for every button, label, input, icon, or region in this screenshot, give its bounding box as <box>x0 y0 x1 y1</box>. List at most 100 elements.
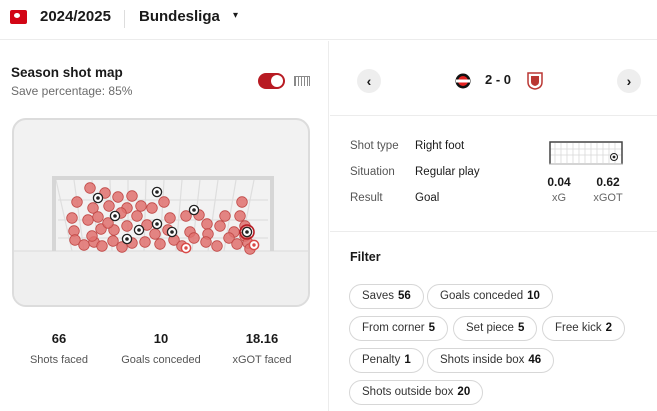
save-shot-dot[interactable] <box>82 214 94 226</box>
save-shot-dot[interactable] <box>164 212 176 224</box>
goal-shot-dot-center <box>96 196 100 200</box>
goal-shot-dot-center <box>245 230 249 234</box>
chip-label: Penalty <box>362 354 401 366</box>
save-shot-dot[interactable] <box>126 190 138 202</box>
chip-label: From corner <box>362 322 425 334</box>
filter-chip-saves[interactable]: Saves 56 <box>349 284 424 309</box>
chip-count: 20 <box>457 386 471 398</box>
divider <box>330 231 657 232</box>
save-shot-dot[interactable] <box>107 235 119 247</box>
stat-label: Shots faced <box>29 354 89 366</box>
divider <box>124 10 125 28</box>
filter-chip-goals-conceded[interactable]: Goals conceded 10 <box>427 284 553 309</box>
panel-title: Season shot map <box>11 65 123 80</box>
filter-chip-penalty[interactable]: Penalty 1 <box>349 348 424 373</box>
save-shot-dot[interactable] <box>234 210 246 222</box>
save-shot-dot[interactable] <box>154 238 166 250</box>
stat-label: xGOT faced <box>232 354 292 366</box>
filter-chip-set-piece[interactable]: Set piece 5 <box>453 316 538 341</box>
save-shot-dot[interactable] <box>219 210 231 222</box>
chip-label: Goals conceded <box>440 290 524 302</box>
chip-count: 2 <box>605 322 613 334</box>
detail-label: Shot type <box>350 140 399 152</box>
save-shot-dot[interactable] <box>84 182 96 194</box>
detail-value: Regular play <box>415 166 480 178</box>
shot-map-panel: Season shot map Save percentage: 85% 66 … <box>0 41 329 411</box>
goal-shot-dot-center <box>125 237 129 241</box>
goal-shot-dot-center <box>252 243 256 247</box>
detail-label: Situation <box>350 166 395 178</box>
xgot-label: xGOT <box>593 192 623 204</box>
chip-count: 56 <box>397 290 411 302</box>
filter-chip-from-corner[interactable]: From corner 5 <box>349 316 449 341</box>
save-shot-dot[interactable] <box>131 210 143 222</box>
chip-count: 1 <box>404 354 411 366</box>
divider <box>330 115 657 116</box>
save-shot-dot[interactable] <box>71 196 83 208</box>
chip-count: 10 <box>527 290 540 302</box>
stat-shots-faced: 66 Shots faced <box>29 331 89 366</box>
save-shot-dot[interactable] <box>103 200 115 212</box>
save-shot-dot[interactable] <box>96 240 108 252</box>
save-shot-dot[interactable] <box>146 202 158 214</box>
filter-chip-shots-inside-box[interactable]: Shots inside box 46 <box>427 348 555 373</box>
goal-shot-map <box>12 118 310 307</box>
save-shot-dot[interactable] <box>231 238 243 250</box>
save-shot-dot[interactable] <box>201 218 213 230</box>
chip-label: Set piece <box>466 322 514 334</box>
detail-label: Result <box>350 192 383 204</box>
save-shot-dot[interactable] <box>158 196 170 208</box>
save-shot-dot[interactable] <box>121 220 133 232</box>
chip-label: Shots outside box <box>362 386 454 398</box>
save-shot-dot[interactable] <box>188 232 200 244</box>
detail-value: Right foot <box>415 140 465 152</box>
goal-shot-dot-center <box>155 190 159 194</box>
top-bar: 2024/2025 Bundesliga ▾ <box>0 0 657 40</box>
xg-value: 0.04 <box>547 175 571 189</box>
season-selector[interactable]: 2024/2025 <box>40 8 111 25</box>
xgot-value: 0.62 <box>596 175 620 189</box>
next-match-button[interactable]: › <box>617 69 641 93</box>
goal-shot-dot-center <box>170 230 174 234</box>
shot-location-goal-icon <box>549 141 623 165</box>
home-team-badge-icon <box>455 73 471 89</box>
view-toggle[interactable] <box>258 73 285 89</box>
goal-shot-dot-center <box>137 228 141 232</box>
shot-map-svg <box>14 176 308 305</box>
save-shot-dot[interactable] <box>135 200 147 212</box>
save-shot-dot[interactable] <box>86 230 98 242</box>
chip-label: Shots inside box <box>440 354 525 366</box>
save-shot-dot[interactable] <box>236 196 248 208</box>
goal-shot-dot-center <box>155 222 159 226</box>
filter-chip-shots-outside-box[interactable]: Shots outside box 20 <box>349 380 484 405</box>
save-shot-dot[interactable] <box>66 212 78 224</box>
previous-match-button[interactable]: ‹ <box>357 69 381 93</box>
save-shot-dot[interactable] <box>112 191 124 203</box>
save-shot-dot[interactable] <box>214 220 226 232</box>
filter-chip-free-kick[interactable]: Free kick 2 <box>542 316 626 341</box>
save-shot-dot[interactable] <box>200 236 212 248</box>
goal-shot-dot-center <box>184 246 188 250</box>
detail-value: Goal <box>415 192 440 204</box>
save-shot-dot[interactable] <box>149 228 161 240</box>
chip-count: 5 <box>517 322 525 334</box>
stat-value: 66 <box>51 331 67 346</box>
goal-shot-dot-center <box>113 214 117 218</box>
save-shot-dot[interactable] <box>78 239 90 251</box>
stat-value: 18.16 <box>245 331 279 346</box>
stat-label: Goals conceded <box>121 354 201 366</box>
save-percentage: Save percentage: 85% <box>11 84 133 98</box>
bundesliga-logo-icon <box>10 10 27 24</box>
away-team-badge-icon <box>527 72 543 90</box>
save-shot-dot[interactable] <box>92 211 104 223</box>
chip-count: 5 <box>428 322 436 334</box>
save-shot-dot[interactable] <box>211 240 223 252</box>
chevron-down-icon[interactable]: ▾ <box>233 10 238 21</box>
chip-count: 46 <box>528 354 542 366</box>
save-shot-dot[interactable] <box>139 236 151 248</box>
goal-net-icon[interactable] <box>294 76 310 86</box>
league-selector[interactable]: Bundesliga <box>139 8 220 25</box>
chip-label: Free kick <box>555 322 602 334</box>
stat-xgot-faced: 18.16 xGOT faced <box>229 331 295 366</box>
stat-value: 10 <box>153 331 169 346</box>
